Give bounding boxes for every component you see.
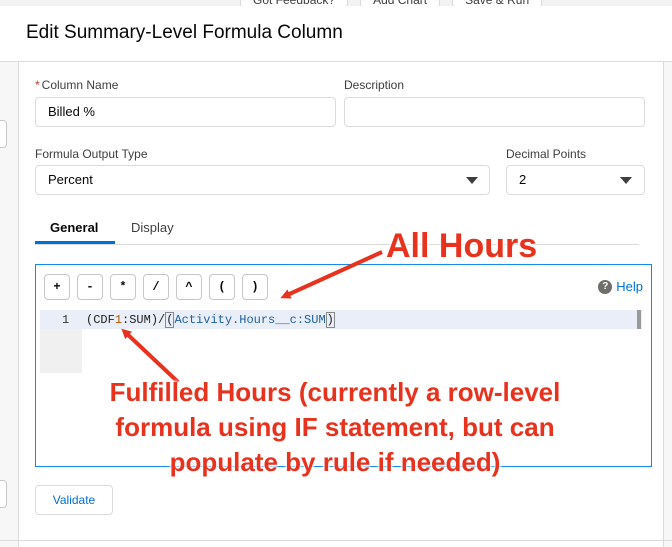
chevron-down-icon: [620, 177, 632, 184]
minus-operator-button[interactable]: -: [77, 274, 103, 300]
scrollbar[interactable]: [637, 310, 641, 329]
modal-header: Edit Summary-Level Formula Column: [0, 6, 672, 62]
help-label: Help: [616, 279, 643, 294]
close-paren-button[interactable]: ): [242, 274, 268, 300]
tab-general[interactable]: General: [50, 220, 98, 235]
operator-toolbar: + - * / ^ ( ): [44, 274, 268, 300]
column-name-label-text: Column Name: [41, 78, 119, 92]
decimal-points-label: Decimal Points: [506, 147, 587, 161]
power-operator-button[interactable]: ^: [176, 274, 202, 300]
formula-paren: ): [325, 312, 335, 328]
open-paren-button[interactable]: (: [209, 274, 235, 300]
chevron-down-icon: [466, 177, 478, 184]
plus-operator-button[interactable]: +: [44, 274, 70, 300]
fulfilled-hours-annotation: Fulfilled Hours (currently a row-level f…: [109, 377, 561, 477]
background-right-panel: [663, 62, 672, 547]
active-tab-indicator: [35, 241, 115, 244]
help-icon: ?: [598, 279, 613, 294]
required-marker: *: [35, 78, 40, 92]
divide-operator-button[interactable]: /: [143, 274, 169, 300]
tab-bar: General Display: [35, 212, 639, 245]
tab-display[interactable]: Display: [131, 220, 174, 235]
formula-part: :SUM)/: [122, 313, 166, 327]
column-name-input[interactable]: Billed %: [35, 97, 336, 127]
output-type-value: Percent: [48, 172, 93, 187]
multiply-operator-button[interactable]: *: [110, 274, 136, 300]
modal-title: Edit Summary-Level Formula Column: [26, 22, 343, 43]
all-hours-annotation: All Hours: [386, 227, 538, 265]
validate-button[interactable]: Validate: [35, 485, 113, 515]
formula-field-reference: Activity.Hours__c:SUM: [174, 313, 326, 327]
footer-divider: [0, 540, 672, 541]
formula-part: (CDF: [86, 313, 115, 327]
formula-text[interactable]: (CDF1:SUM)/(Activity.Hours__c:SUM): [86, 312, 335, 328]
gutter-active-line: [40, 310, 82, 329]
help-link[interactable]: ? Help: [598, 279, 643, 294]
description-input[interactable]: [344, 97, 645, 127]
background-panel-handle: [0, 480, 7, 508]
output-type-select[interactable]: Percent: [35, 165, 490, 195]
line-number: 1: [62, 313, 70, 327]
column-name-label: * Column Name: [35, 78, 118, 92]
formula-number: 1: [114, 313, 123, 327]
background-left-panel: [0, 62, 19, 547]
decimal-points-value: 2: [519, 172, 527, 187]
background-panel-handle: [0, 120, 7, 148]
output-type-label: Formula Output Type: [35, 147, 148, 161]
description-label: Description: [344, 78, 405, 92]
